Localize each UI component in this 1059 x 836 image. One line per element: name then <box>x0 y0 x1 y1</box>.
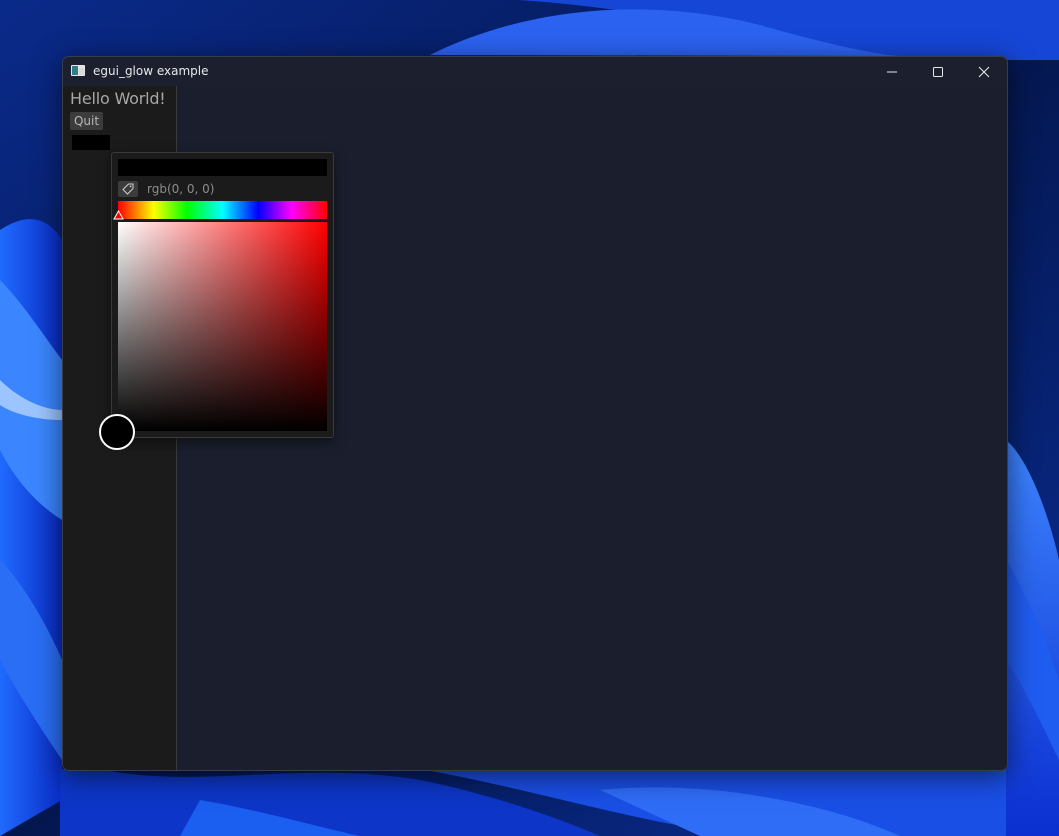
minimize-icon <box>887 71 897 72</box>
copy-color-button[interactable] <box>118 181 138 197</box>
maximize-icon <box>933 66 943 77</box>
app-icon <box>71 65 85 76</box>
saturation-value-handle[interactable] <box>99 414 135 450</box>
quit-button[interactable]: Quit <box>70 112 103 130</box>
minimize-button[interactable] <box>869 57 915 86</box>
rgb-value-text: rgb(0, 0, 0) <box>147 182 215 196</box>
saturation-value-picker[interactable] <box>118 222 327 431</box>
hue-slider[interactable] <box>118 201 327 219</box>
desktop: egui_glow example Hello World! Quit rgb(… <box>0 0 1059 836</box>
title-bar[interactable]: egui_glow example <box>63 57 1007 86</box>
window-title: egui_glow example <box>93 64 209 78</box>
color-picker-popup: rgb(0, 0, 0) <box>111 152 334 438</box>
close-button[interactable] <box>961 57 1007 86</box>
color-swatch-button[interactable] <box>72 135 110 150</box>
hello-heading: Hello World! <box>70 89 166 108</box>
tag-icon <box>122 183 134 195</box>
hue-slider-handle[interactable] <box>113 210 124 220</box>
maximize-button[interactable] <box>915 57 961 86</box>
close-icon <box>978 66 990 77</box>
color-preview <box>118 159 327 176</box>
app-window: egui_glow example Hello World! Quit rgb(… <box>62 56 1008 771</box>
